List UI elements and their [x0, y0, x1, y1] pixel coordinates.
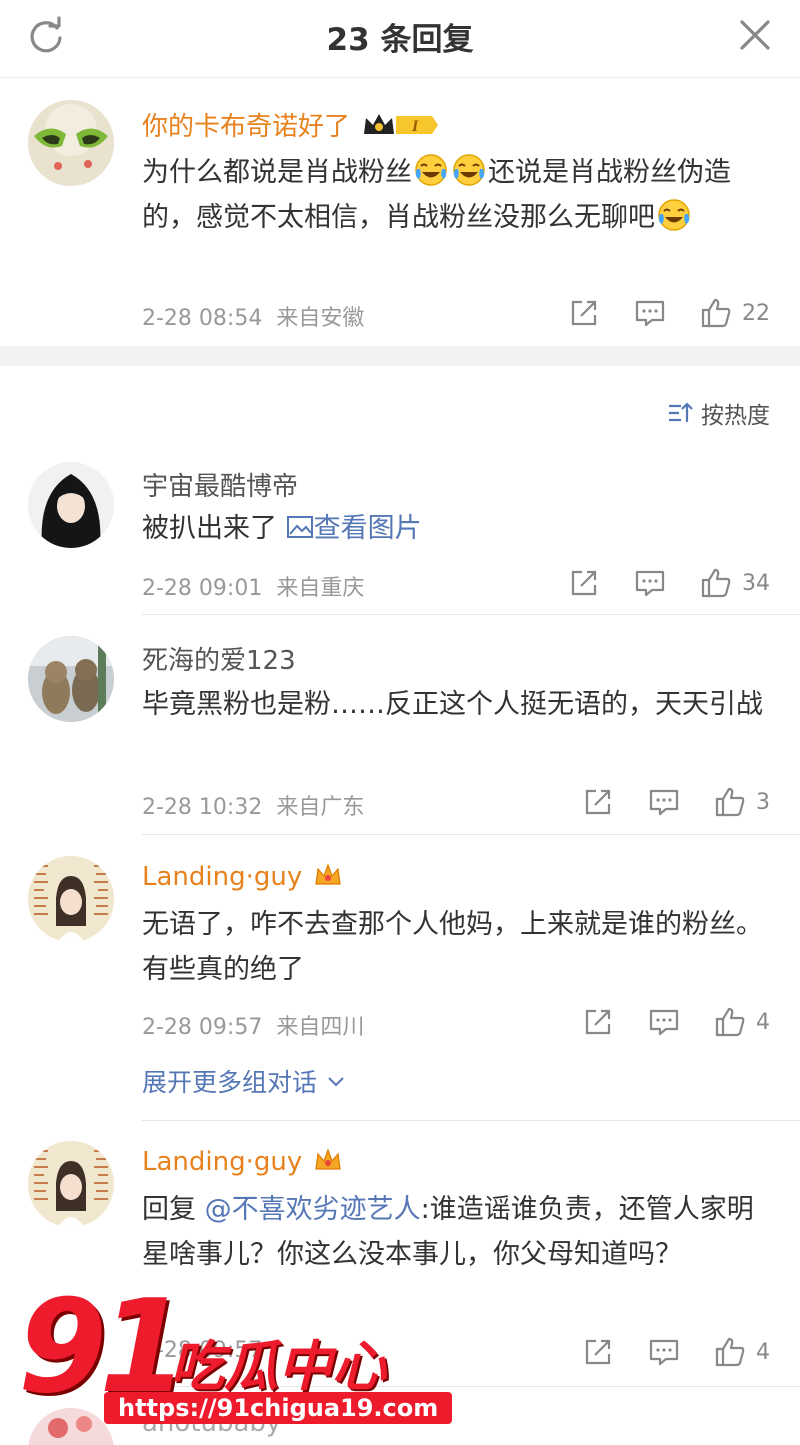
username[interactable]: Landing·guy [142, 1145, 343, 1177]
like-icon [715, 787, 745, 817]
share-icon [585, 1339, 611, 1365]
laughing-crying-emoji [658, 199, 690, 231]
reply-button[interactable] [634, 297, 666, 329]
avatar[interactable] [28, 856, 114, 942]
like-icon [715, 1337, 745, 1367]
comment-actions: 4 [548, 1005, 770, 1039]
username[interactable]: 死海的爱123 [142, 640, 296, 677]
comment-icon [635, 570, 665, 597]
comment-text: 回复 @不喜欢劣迹艺人:谁造谣谁负责，还管人家明星啥事儿？你这么没本事儿，你父母… [142, 1194, 754, 1270]
comment-icon [649, 1339, 679, 1366]
like-button[interactable]: 22 [700, 297, 770, 329]
avatar[interactable] [28, 1141, 114, 1227]
reply-button[interactable] [634, 567, 666, 599]
comment-text: 被扒出来了 查看图片 [142, 513, 422, 544]
share-button[interactable] [582, 786, 614, 818]
page-title: 23 条回复 [326, 22, 474, 58]
watermark-logo: 91 吃瓜中心 https://91chigua19.com [18, 1284, 453, 1434]
comment-text: 无语了，咋不去查那个人他妈，上来就是谁的粉丝。有些真的绝了 [142, 909, 763, 985]
view-image-link[interactable]: 查看图片 [286, 513, 422, 544]
username[interactable]: 宇宙最酷博帝 [142, 466, 298, 503]
laughing-crying-emoji [453, 154, 485, 186]
comment-actions: 4 [548, 1335, 770, 1369]
username[interactable]: Landing·guy [142, 860, 343, 892]
sort-toggle[interactable]: 按热度 [667, 396, 770, 430]
avatar[interactable] [28, 100, 114, 186]
crown-icon [314, 863, 341, 885]
reply-button[interactable] [648, 786, 680, 818]
comment-text: 毕竟黑粉也是粉……反正这个人挺无语的，天天引战 [142, 689, 763, 720]
share-icon [571, 300, 597, 326]
comment-actions: 3 [548, 785, 770, 819]
like-count: 4 [756, 1009, 770, 1035]
avatar[interactable] [28, 636, 114, 722]
comment-icon [635, 300, 665, 327]
share-button[interactable] [568, 297, 600, 329]
watermark-url: https://91chigua19.com [104, 1392, 453, 1424]
comment-meta: 2-28 09:01 来自重庆 [142, 576, 365, 601]
share-button[interactable] [582, 1336, 614, 1368]
divider [142, 1120, 800, 1121]
comment-meta: 2-28 10:32 来自广东 [142, 795, 365, 820]
like-button[interactable]: 34 [700, 567, 770, 599]
like-count: 4 [756, 1339, 770, 1365]
like-count: 22 [742, 300, 770, 326]
comment-meta: 2-28 09:57 来自四川 [142, 1015, 365, 1040]
comment-actions: 22 [534, 296, 770, 330]
comment-icon [649, 1009, 679, 1036]
crown-icon: I [364, 114, 439, 135]
comment-icon [649, 789, 679, 816]
image-icon [286, 516, 313, 538]
comment-actions: 34 [534, 566, 770, 600]
like-count: 34 [742, 570, 770, 596]
like-button[interactable]: 3 [714, 786, 770, 818]
like-count: 3 [756, 789, 770, 815]
section-divider [0, 346, 800, 366]
divider [142, 834, 800, 835]
comment-text: 为什么都说是肖战粉丝 还说是肖战粉丝伪造的，感觉不太相信，肖战粉丝没那么无聊吧 [142, 150, 772, 240]
watermark-brand: 吃瓜中心 [170, 1335, 386, 1398]
close-icon[interactable] [736, 16, 774, 54]
svg-text:I: I [411, 118, 419, 135]
avatar[interactable] [28, 462, 114, 548]
top-bar: 23 条回复 [0, 0, 800, 78]
expand-conversations-link[interactable]: 展开更多组对话 [142, 1063, 347, 1099]
share-button[interactable] [582, 1006, 614, 1038]
crown-icon [314, 1148, 341, 1170]
username[interactable]: 你的卡布奇诺好了 I [142, 106, 439, 143]
share-icon [585, 789, 611, 815]
like-icon [701, 298, 731, 328]
like-icon [701, 568, 731, 598]
share-icon [585, 1009, 611, 1035]
comment-meta: 2-28 08:54 来自安徽 [142, 306, 365, 331]
chevron-down-icon [328, 1077, 344, 1087]
like-icon [715, 1007, 745, 1037]
laughing-crying-emoji [415, 154, 447, 186]
reply-button[interactable] [648, 1006, 680, 1038]
sort-icon [669, 402, 693, 422]
like-button[interactable]: 4 [714, 1336, 770, 1368]
mention-link[interactable]: @不喜欢劣迹艺人 [205, 1194, 421, 1225]
share-button[interactable] [568, 567, 600, 599]
share-icon [571, 570, 597, 596]
divider [142, 614, 800, 615]
reply-button[interactable] [648, 1336, 680, 1368]
like-button[interactable]: 4 [714, 1006, 770, 1038]
